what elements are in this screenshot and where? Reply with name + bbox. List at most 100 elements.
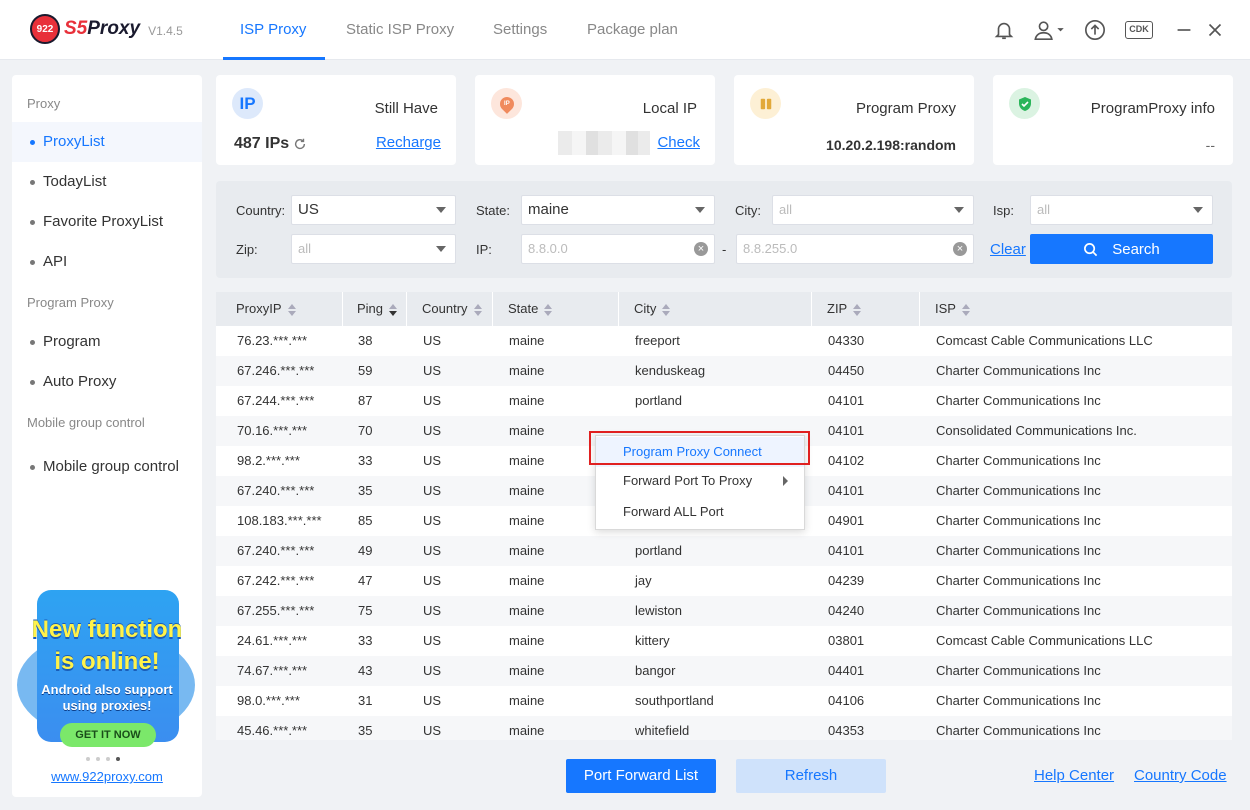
- sort-icon[interactable]: [473, 303, 482, 316]
- promo-banner[interactable]: New function is online! Android also sup…: [17, 590, 197, 750]
- cell-country: US: [423, 513, 442, 528]
- carousel-dot[interactable]: [106, 757, 110, 761]
- column-header-zip[interactable]: ZIP: [812, 292, 920, 326]
- cell-proxyip: 67.244.***.***: [237, 393, 315, 408]
- cell-state: maine: [509, 423, 545, 438]
- cell-country: US: [423, 543, 442, 558]
- table-row[interactable]: 67.244.***.*** 87 US maine portland 04101 Char…: [216, 386, 1232, 416]
- refresh-icon[interactable]: [293, 137, 307, 151]
- sidebar-item-api[interactable]: API: [12, 242, 202, 282]
- table-row[interactable]: 76.23.***.*** 38 US maine freeport 04330 Comca…: [216, 326, 1232, 356]
- sidebar-item-program[interactable]: Program: [12, 322, 202, 362]
- table-row[interactable]: 98.0.***.*** 31 US maine southportland 04106 C…: [216, 686, 1232, 716]
- close-icon[interactable]: [1204, 19, 1226, 41]
- column-header-proxyip[interactable]: ProxyIP: [216, 292, 343, 326]
- table-row[interactable]: 67.246.***.*** 59 US maine kenduskeag 04450 Ch…: [216, 356, 1232, 386]
- refresh-button[interactable]: Refresh: [736, 759, 886, 793]
- zip-label: Zip:: [236, 242, 258, 257]
- minimize-icon[interactable]: [1173, 19, 1195, 41]
- program-proxy-icon: [750, 88, 781, 119]
- sidebar-item-todaylist[interactable]: TodayList: [12, 162, 202, 202]
- ip-from-value: 8.8.0.0: [528, 241, 568, 256]
- sort-icon[interactable]: [544, 303, 553, 316]
- column-header-state[interactable]: State: [493, 292, 619, 326]
- ip-count-value: 487 IPs: [234, 135, 290, 152]
- card-still-have: IP Still Have 487 IPs Recharge: [216, 75, 456, 165]
- logo-badge: 922: [30, 14, 60, 44]
- app-logo: 922 S5Proxy V1.4.5: [30, 14, 183, 44]
- cell-zip: 04101: [828, 543, 865, 558]
- bell-icon[interactable]: [993, 19, 1015, 41]
- promo-get-it-now-button[interactable]: GET IT NOW: [60, 723, 156, 747]
- cell-state: maine: [509, 693, 545, 708]
- table-row[interactable]: 74.67.***.*** 43 US maine bangor 04401 Charter…: [216, 656, 1232, 686]
- table-row[interactable]: 67.240.***.*** 49 US maine portland 04101 Char…: [216, 536, 1232, 566]
- cell-city: portland: [635, 543, 682, 558]
- column-header-city[interactable]: City: [619, 292, 812, 326]
- check-link[interactable]: Check: [657, 134, 700, 151]
- cell-zip: 04353: [828, 723, 865, 738]
- ip-to-input[interactable]: 8.8.255.0 ×: [736, 234, 974, 264]
- help-center-link[interactable]: Help Center: [1034, 767, 1114, 784]
- sort-icon[interactable]: [961, 303, 970, 316]
- cell-zip: 04450: [828, 363, 865, 378]
- state-select[interactable]: maine: [521, 195, 715, 225]
- card-program-proxy: Program Proxy 10.20.2.198:random: [734, 75, 974, 165]
- isp-select[interactable]: all: [1030, 195, 1213, 225]
- cell-zip: 04101: [828, 483, 865, 498]
- sidebar-item-proxylist[interactable]: ProxyList: [12, 122, 202, 162]
- cell-ping: 31: [358, 693, 373, 708]
- country-select[interactable]: US: [291, 195, 456, 225]
- zip-select[interactable]: all: [291, 234, 456, 264]
- cell-state: maine: [509, 633, 545, 648]
- cell-proxyip: 67.246.***.***: [237, 363, 315, 378]
- cdk-icon[interactable]: CDK: [1125, 19, 1155, 41]
- website-link[interactable]: www.922proxy.com: [12, 769, 202, 784]
- recharge-link[interactable]: Recharge: [376, 134, 441, 151]
- table-row[interactable]: 67.242.***.*** 47 US maine jay 04239 Charter C…: [216, 566, 1232, 596]
- tab-package-plan[interactable]: Package plan: [587, 0, 678, 60]
- menu-item-forward-all-port[interactable]: Forward ALL Port: [596, 497, 804, 527]
- sort-icon[interactable]: [853, 303, 862, 316]
- sort-icon[interactable]: [287, 303, 296, 316]
- logo-s5: S5: [64, 18, 88, 39]
- search-icon: [1084, 242, 1098, 256]
- country-code-link[interactable]: Country Code: [1134, 767, 1227, 784]
- column-header-isp[interactable]: ISP: [920, 292, 1232, 326]
- carousel-dot[interactable]: [86, 757, 90, 761]
- tab-settings[interactable]: Settings: [493, 0, 547, 60]
- column-header-country[interactable]: Country: [407, 292, 493, 326]
- cell-country: US: [423, 723, 442, 738]
- ip-from-input[interactable]: 8.8.0.0 ×: [521, 234, 715, 264]
- clear-input-icon[interactable]: ×: [953, 242, 967, 256]
- search-button[interactable]: Search: [1030, 234, 1213, 264]
- table-row[interactable]: 67.255.***.*** 75 US maine lewiston 04240 Char…: [216, 596, 1232, 626]
- cell-proxyip: 24.61.***.***: [237, 633, 308, 648]
- cell-state: maine: [509, 393, 545, 408]
- user-menu-icon[interactable]: [1032, 19, 1068, 41]
- cell-state: maine: [509, 543, 545, 558]
- clear-input-icon[interactable]: ×: [694, 242, 708, 256]
- table-row[interactable]: 45.46.***.*** 35 US maine whitefield 04353 Cha…: [216, 716, 1232, 740]
- table-row[interactable]: 24.61.***.*** 33 US maine kittery 03801 Comcas…: [216, 626, 1232, 656]
- carousel-dot-active[interactable]: [116, 757, 120, 761]
- clear-filters-link[interactable]: Clear: [990, 241, 1026, 258]
- menu-item-forward-port-to-proxy[interactable]: Forward Port To Proxy: [596, 466, 804, 496]
- cell-ping: 49: [358, 543, 373, 558]
- tab-static-isp-proxy[interactable]: Static ISP Proxy: [346, 0, 454, 60]
- port-forward-list-button[interactable]: Port Forward List: [566, 759, 716, 793]
- sidebar-item-mobile-group-control[interactable]: Mobile group control: [12, 447, 202, 487]
- carousel-dot[interactable]: [96, 757, 100, 761]
- carousel-dots[interactable]: [86, 757, 120, 761]
- tab-isp-proxy[interactable]: ISP Proxy: [222, 0, 326, 60]
- cell-isp: Comcast Cable Communications LLC: [936, 633, 1153, 648]
- city-select[interactable]: all: [772, 195, 974, 225]
- upload-icon[interactable]: [1084, 19, 1106, 41]
- sidebar: Proxy ProxyList TodayList Favorite Proxy…: [12, 75, 202, 797]
- column-header-ping[interactable]: Ping: [343, 292, 407, 326]
- sidebar-item-favorite-proxylist[interactable]: Favorite ProxyList: [12, 202, 202, 242]
- sidebar-item-auto-proxy[interactable]: Auto Proxy: [12, 362, 202, 402]
- cell-proxyip: 98.0.***.***: [237, 693, 300, 708]
- sort-icon[interactable]: [662, 303, 671, 316]
- sort-icon[interactable]: [389, 303, 398, 316]
